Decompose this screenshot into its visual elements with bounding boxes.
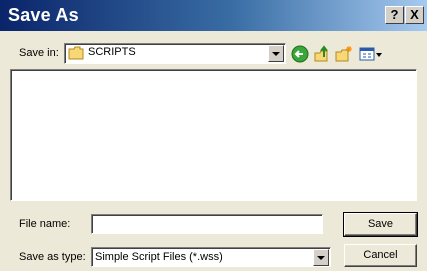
file-list[interactable] [10, 69, 417, 201]
save-as-dialog: Save As ? X Save in: SCRIPTS File name: … [0, 0, 427, 271]
save-in-dropdown[interactable]: SCRIPTS [64, 43, 286, 64]
dialog-title: Save As [8, 5, 79, 25]
new-folder-icon[interactable] [335, 45, 353, 63]
save-as-type-dropdown-button[interactable] [313, 249, 329, 266]
folder-icon [68, 46, 84, 60]
view-menu-icon[interactable] [359, 45, 383, 63]
file-name-input[interactable] [91, 214, 323, 234]
save-in-dropdown-button[interactable] [268, 45, 284, 62]
save-as-type-value: Simple Script Files (*.wss) [95, 251, 223, 263]
cancel-button[interactable]: Cancel [344, 244, 417, 267]
file-name-label: File name: [19, 218, 71, 230]
save-in-value: SCRIPTS [88, 46, 136, 58]
save-as-type-label: Save as type: [19, 251, 86, 263]
title-bar[interactable]: Save As ? X [0, 0, 427, 31]
close-button[interactable]: X [405, 6, 424, 24]
back-icon[interactable] [291, 45, 309, 63]
save-in-label: Save in: [19, 47, 59, 59]
help-button[interactable]: ? [385, 6, 404, 24]
up-folder-icon[interactable] [313, 45, 331, 63]
save-as-type-dropdown[interactable]: Simple Script Files (*.wss) [91, 247, 331, 267]
save-button[interactable]: Save [343, 212, 418, 237]
